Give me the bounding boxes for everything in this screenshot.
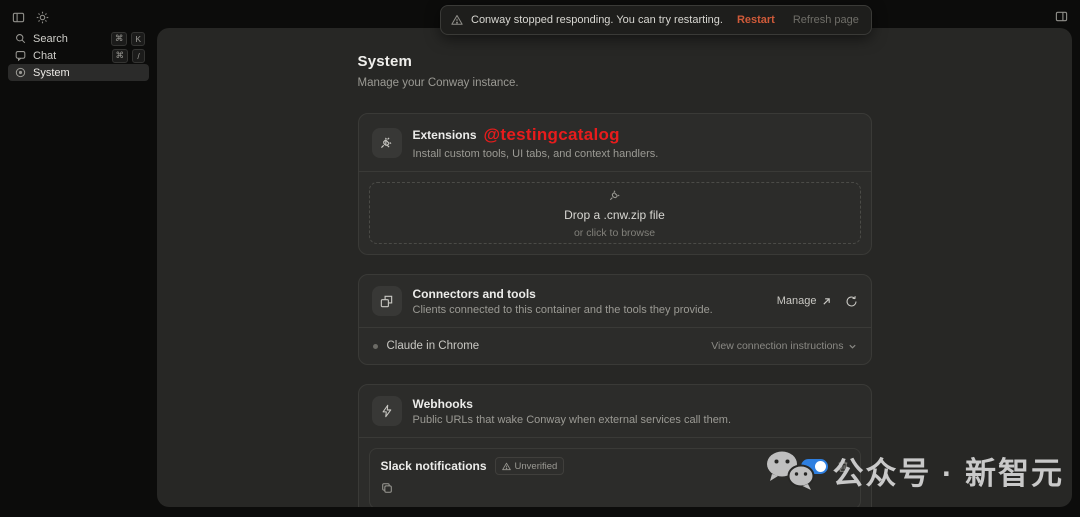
warning-icon: [451, 14, 463, 26]
wechat-watermark: 公众号 · 新智元: [762, 448, 1064, 493]
sidebar: Search ⌘ K Chat ⌘ / System: [0, 30, 157, 81]
refresh-icon[interactable]: [845, 295, 858, 308]
client-row-claude-in-chrome: Claude in Chrome View connection instruc…: [359, 328, 871, 364]
sidebar-item-label: Chat: [33, 50, 105, 62]
key-cmd: ⌘: [112, 49, 129, 63]
unverified-badge: Unverified: [495, 457, 565, 475]
sidebar-item-system[interactable]: System: [8, 64, 149, 81]
extensions-card: Extensions @testingcatalog Install custo…: [358, 113, 872, 255]
arrow-up-right-icon: [822, 297, 831, 306]
dropzone-subtitle: or click to browse: [574, 227, 655, 239]
client-name: Claude in Chrome: [387, 340, 712, 352]
key-letter: K: [131, 32, 145, 46]
warning-icon: [502, 462, 511, 471]
right-panel-toggle-icon[interactable]: [1055, 10, 1068, 23]
webhook-name: Slack notifications: [381, 459, 487, 473]
system-icon: [15, 67, 26, 78]
view-connection-instructions-link[interactable]: View connection instructions: [711, 340, 856, 352]
copy-icon[interactable]: [381, 482, 393, 494]
link-label: View connection instructions: [711, 340, 843, 352]
card-description: Install custom tools, UI tabs, and conte…: [413, 148, 858, 160]
extension-dropzone[interactable]: Drop a .cnw.zip file or click to browse: [369, 182, 861, 244]
toast-message: Conway stopped responding. You can try r…: [471, 14, 723, 26]
main-panel: System Manage your Conway instance. Exte…: [157, 28, 1072, 507]
card-description: Clients connected to this container and …: [413, 304, 766, 316]
dropzone-title: Drop a .cnw.zip file: [564, 208, 665, 222]
connectors-card: Connectors and tools Clients connected t…: [358, 274, 872, 365]
lightning-icon: [372, 396, 402, 426]
sidebar-item-label: System: [33, 67, 145, 79]
sidebar-item-chat[interactable]: Chat ⌘ /: [8, 47, 149, 64]
card-title: Webhooks: [413, 397, 473, 411]
manage-label: Manage: [777, 295, 817, 307]
plug-icon: [608, 188, 622, 202]
card-title: Extensions: [413, 128, 477, 142]
page-subtitle: Manage your Conway instance.: [358, 77, 872, 89]
badge-label: Unverified: [515, 461, 558, 472]
testingcatalog-watermark: @testingcatalog: [484, 125, 620, 145]
page-title: System: [358, 53, 872, 70]
key-cmd: ⌘: [111, 32, 128, 46]
refresh-page-button[interactable]: Refresh page: [793, 14, 859, 26]
chat-icon: [15, 50, 26, 61]
status-dot: [373, 344, 378, 349]
sidebar-item-label: Search: [33, 33, 104, 45]
chevron-down-icon: [848, 342, 857, 351]
manage-button[interactable]: Manage: [777, 295, 831, 307]
sidebar-item-search[interactable]: Search ⌘ K: [8, 30, 149, 47]
shortcut-keys: ⌘ K: [111, 32, 145, 46]
card-title: Connectors and tools: [413, 287, 536, 301]
toast-notification: Conway stopped responding. You can try r…: [440, 5, 872, 35]
watermark-text: 公众号 · 新智元: [832, 448, 1064, 493]
restart-button[interactable]: Restart: [737, 14, 775, 26]
blocks-icon: [372, 286, 402, 316]
wechat-logo-icon: [762, 449, 818, 493]
key-letter: /: [132, 49, 145, 63]
shortcut-keys: ⌘ /: [112, 49, 146, 63]
search-icon: [15, 33, 26, 44]
card-description: Public URLs that wake Conway when extern…: [413, 414, 858, 426]
sidebar-toggle-icon[interactable]: [12, 11, 25, 24]
window-controls: [12, 11, 49, 24]
plug-icon: [372, 128, 402, 158]
theme-sun-icon[interactable]: [36, 11, 49, 24]
